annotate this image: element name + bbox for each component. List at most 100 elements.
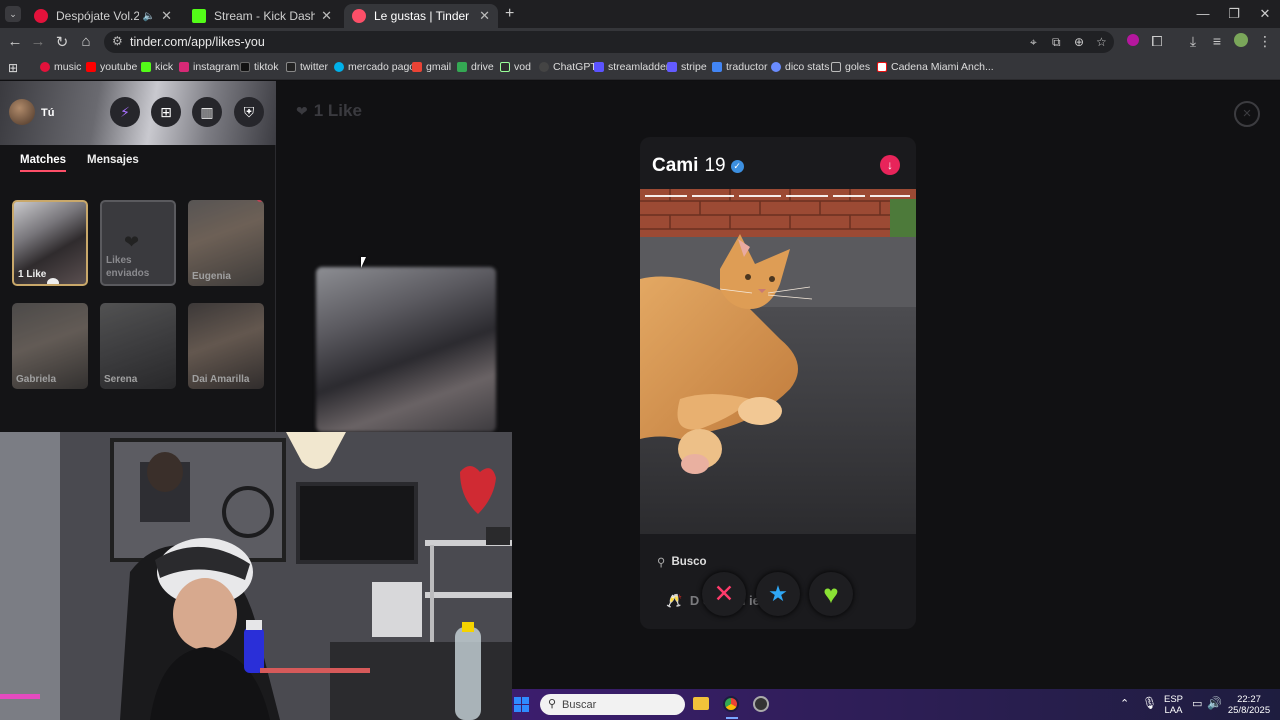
- match-thumbnail-eugenia[interactable]: Eugenia: [188, 200, 264, 286]
- thumb-label: 1 Like: [18, 269, 47, 280]
- tab-matches[interactable]: Matches: [20, 154, 66, 172]
- site-settings-icon[interactable]: ⚙: [112, 34, 123, 48]
- bookmark-tiktok[interactable]: tiktok: [240, 61, 279, 73]
- chrome-icon[interactable]: [723, 696, 739, 712]
- close-window-icon[interactable]: ✕: [1255, 6, 1275, 22]
- youtube-icon: [86, 62, 96, 72]
- bookmark-twitter[interactable]: twitter: [286, 61, 328, 73]
- forward-icon[interactable]: →: [29, 33, 47, 50]
- bookmark-star-icon[interactable]: ☆: [1096, 35, 1107, 49]
- browser-toolbar: ← → ↻ ⌂ ⚙ tinder.com/app/likes-you ⌖ ⧉ ⊕…: [0, 28, 1280, 56]
- home-icon[interactable]: ⌂: [77, 33, 95, 50]
- close-tab-icon[interactable]: ✕: [161, 8, 172, 24]
- close-icon: ×: [1242, 105, 1252, 122]
- extension-ublock-icon[interactable]: [1124, 33, 1142, 49]
- bookmark-cadena-miami[interactable]: Cadena Miami Anch...: [877, 61, 994, 73]
- explore-button[interactable]: ⊞: [151, 97, 181, 127]
- nope-button[interactable]: ✕: [702, 572, 746, 616]
- bookmark-vod[interactable]: vod: [500, 61, 531, 73]
- close-tab-icon[interactable]: ✕: [321, 8, 332, 24]
- tab-label: Mensajes: [87, 154, 139, 166]
- tab-title: Stream - Kick Dashboard: [214, 9, 316, 23]
- close-tab-icon[interactable]: ✕: [479, 8, 490, 24]
- active-tab-underline: [20, 170, 66, 172]
- bookmark-label: gmail: [426, 61, 452, 73]
- tab-search-icon[interactable]: ⌄: [5, 6, 21, 22]
- bookmark-music[interactable]: music: [40, 61, 81, 73]
- close-button[interactable]: ×: [1234, 101, 1260, 127]
- safety-button[interactable]: ⛨: [234, 97, 264, 127]
- profile-avatar-icon[interactable]: [1232, 33, 1250, 50]
- download-icon[interactable]: ⤓: [1184, 33, 1202, 50]
- super-like-button[interactable]: ★: [756, 572, 800, 616]
- reading-list-icon[interactable]: ≡: [1208, 33, 1226, 49]
- back-icon[interactable]: ←: [6, 33, 24, 50]
- clock[interactable]: 22:27 25/8/2025: [1224, 694, 1274, 716]
- speaker-icon[interactable]: 🔈: [143, 11, 155, 22]
- app-icon[interactable]: [753, 696, 769, 712]
- extensions-puzzle-icon[interactable]: ⧠: [1148, 33, 1166, 50]
- tab-kick[interactable]: Stream - Kick Dashboard ✕: [184, 4, 340, 28]
- match-thumbnail-serena[interactable]: Serena: [100, 303, 176, 389]
- bookmark-mercado-pago[interactable]: mercado pago: [334, 61, 415, 73]
- thumb-label: Gabriela: [16, 374, 57, 385]
- bookmark-drive[interactable]: drive: [457, 61, 494, 73]
- tab-music[interactable]: Despójate Vol.2 - Dico🔐 🔈 ✕: [26, 4, 180, 28]
- bookmark-label: streamladder: [608, 61, 670, 73]
- boost-button[interactable]: ⚡: [110, 97, 140, 127]
- shop-button[interactable]: ▥: [192, 97, 222, 127]
- bookmark-label: ChatGPT: [553, 61, 597, 73]
- profile-photo[interactable]: [640, 189, 916, 534]
- champagne-icon: 🥂: [666, 593, 683, 608]
- taskbar-search-input[interactable]: ⚲ Buscar: [540, 694, 685, 715]
- tab-tinder[interactable]: Le gustas | Tinder ✕: [344, 4, 498, 28]
- bookmark-kick[interactable]: kick: [141, 61, 173, 73]
- likes-you-thumbnail[interactable]: 1 Like: [12, 200, 88, 286]
- match-thumbnail-gabriela[interactable]: Gabriela: [12, 303, 88, 389]
- file-explorer-icon[interactable]: [693, 697, 709, 710]
- bookmark-streamladder[interactable]: streamladder: [594, 61, 669, 73]
- match-thumbnail-dai-amarilla[interactable]: Dai Amarilla: [188, 303, 264, 389]
- reload-icon[interactable]: ↻: [53, 33, 71, 51]
- tab-messages[interactable]: Mensajes: [87, 154, 139, 166]
- address-bar[interactable]: ⚙ tinder.com/app/likes-you ⌖ ⧉ ⊕ ☆: [104, 31, 1114, 53]
- avatar[interactable]: [9, 99, 35, 125]
- star-icon: ★: [768, 581, 788, 606]
- language-indicator[interactable]: ESP LAA: [1164, 694, 1183, 716]
- bookmark-label: mercado pago: [348, 61, 416, 73]
- x-logo-icon: [286, 62, 296, 72]
- user-label[interactable]: Tú: [41, 107, 54, 119]
- music-favicon-icon: [34, 9, 48, 23]
- likes-icon: ❤: [296, 102, 308, 119]
- like-button[interactable]: ♥: [809, 572, 853, 616]
- bookmark-dico-stats[interactable]: dico stats: [771, 61, 829, 73]
- bookmark-gmail[interactable]: gmail: [412, 61, 451, 73]
- hearts-icon: ❤: [124, 232, 140, 252]
- bookmark-stripe[interactable]: stripe: [667, 61, 707, 73]
- apps-grid-icon[interactable]: ⊞: [8, 61, 18, 75]
- briefcase-icon: ▥: [200, 103, 214, 120]
- zoom-icon[interactable]: ⊕: [1074, 35, 1084, 49]
- bookmark-instagram[interactable]: instagram: [179, 61, 239, 73]
- install-app-icon[interactable]: ⧉: [1052, 35, 1061, 50]
- bookmark-chatgpt[interactable]: ChatGPT: [539, 61, 597, 73]
- bookmark-label: vod: [514, 61, 531, 73]
- volume-icon[interactable]: 🔊: [1207, 696, 1222, 710]
- tray-overflow-icon[interactable]: ⌃: [1120, 697, 1129, 710]
- new-tab-button[interactable]: +: [505, 5, 514, 23]
- microphone-icon[interactable]: 🎙: [1142, 696, 1157, 710]
- blurred-like-card[interactable]: [316, 267, 496, 432]
- minimize-window-icon[interactable]: —: [1193, 6, 1213, 21]
- likes-sent-thumbnail[interactable]: ❤ Likes enviados: [100, 200, 176, 286]
- sidebar: Tú ⚡ ⊞ ▥ ⛨ Matches Mensajes 1 Like ❤ Lik…: [0, 81, 276, 432]
- bookmark-youtube[interactable]: youtube: [86, 61, 137, 73]
- display-icon[interactable]: ▭: [1192, 697, 1202, 710]
- windows-start-icon[interactable]: [514, 697, 529, 712]
- restore-window-icon[interactable]: ❐: [1224, 6, 1244, 22]
- looking-for-section: ⚲ Busco: [657, 555, 707, 569]
- menu-kebab-icon[interactable]: ⋮: [1256, 33, 1274, 50]
- bookmark-goles[interactable]: goles: [831, 61, 870, 73]
- collapse-profile-button[interactable]: ↓: [880, 155, 900, 175]
- location-icon[interactable]: ⌖: [1030, 35, 1037, 50]
- bookmark-traductor[interactable]: traductor: [712, 61, 767, 73]
